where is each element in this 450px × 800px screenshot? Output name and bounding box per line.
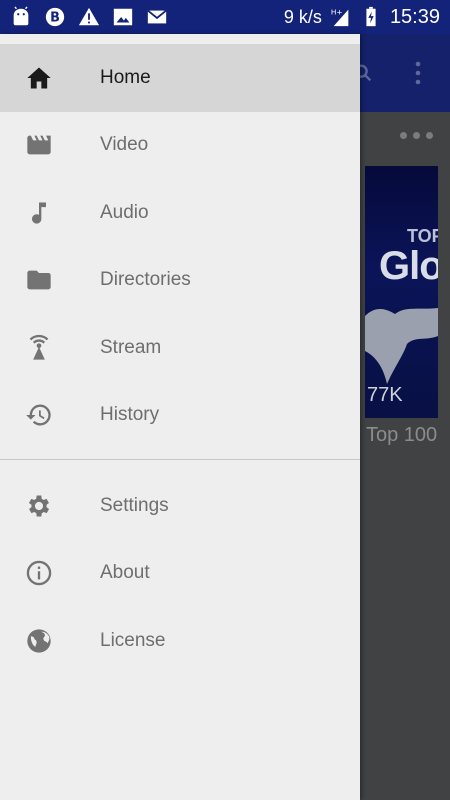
info-icon — [0, 559, 100, 587]
status-bar: B 9 k/s H+ 15:39 — [0, 0, 450, 34]
android-icon — [10, 6, 32, 28]
nav-item-home[interactable]: Home — [0, 44, 360, 112]
more-vert-icon[interactable] — [410, 60, 426, 86]
gear-icon — [0, 492, 100, 520]
nav-label-stream: Stream — [100, 336, 162, 358]
drawer-divider — [0, 459, 360, 460]
nav-label-license: License — [100, 629, 166, 651]
notification-icons: B — [10, 6, 168, 28]
video-caption[interactable]: Top 100 — [366, 424, 437, 447]
nav-item-history[interactable]: History — [0, 382, 360, 450]
history-icon — [0, 401, 100, 429]
music-note-icon — [0, 199, 100, 227]
thumbnail-views: 77K — [367, 384, 403, 406]
nav-label-home: Home — [100, 66, 151, 88]
nav-item-audio[interactable]: Audio — [0, 179, 360, 247]
world-map-graphic — [365, 308, 438, 384]
nav-item-license[interactable]: License — [0, 607, 360, 675]
video-icon — [0, 131, 100, 159]
drawer-top-strip — [0, 34, 360, 44]
nav-label-directories: Directories — [100, 269, 191, 291]
nav-label-history: History — [100, 404, 160, 426]
nav-label-about: About — [100, 562, 150, 584]
folder-icon — [0, 266, 100, 294]
status-right: 9 k/s H+ 15:39 — [284, 6, 440, 29]
background-app: TOP Glo 77K Top 100 — [354, 34, 450, 800]
mail-icon — [146, 6, 168, 28]
nav-item-directories[interactable]: Directories — [0, 247, 360, 315]
nav-item-about[interactable]: About — [0, 540, 360, 608]
nav-item-settings[interactable]: Settings — [0, 472, 360, 540]
navigation-drawer: Home Video Audio Directories Stream Hist… — [0, 34, 360, 800]
nav-label-video: Video — [100, 134, 149, 156]
video-thumbnail[interactable]: TOP Glo 77K — [365, 166, 438, 418]
b-circle-icon: B — [44, 6, 66, 28]
thumbnail-title-large: Glo — [379, 244, 438, 288]
network-speed: 9 k/s — [283, 6, 322, 27]
battery-charging-icon — [360, 6, 382, 28]
stream-antenna-icon — [0, 334, 100, 362]
more-horiz-icon[interactable] — [400, 132, 433, 139]
nav-label-audio: Audio — [100, 201, 149, 223]
svg-text:B: B — [50, 11, 60, 26]
nav-label-settings: Settings — [100, 494, 169, 516]
nav-item-stream[interactable]: Stream — [0, 314, 360, 382]
nav-item-video[interactable]: Video — [0, 112, 360, 180]
clock: 15:39 — [389, 5, 440, 28]
globe-icon — [0, 627, 100, 655]
app-toolbar — [354, 34, 450, 112]
signal-icon: H+ — [330, 6, 352, 28]
svg-text:H+: H+ — [331, 7, 343, 16]
warning-icon — [78, 6, 100, 28]
image-icon — [112, 6, 134, 28]
home-icon — [0, 64, 100, 92]
